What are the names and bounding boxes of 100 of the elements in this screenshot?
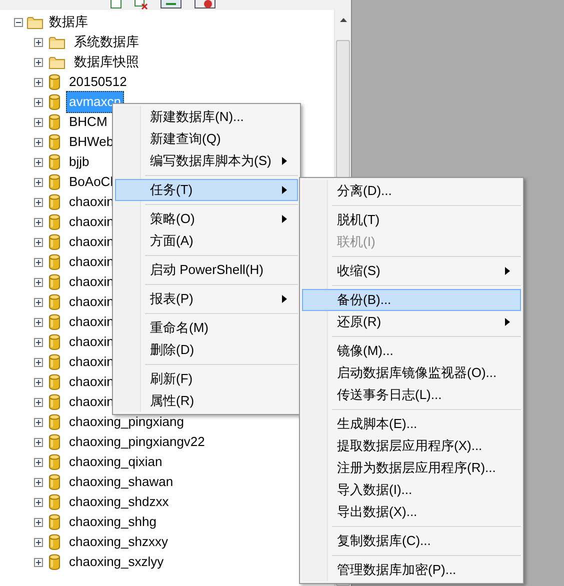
remove-icon[interactable] xyxy=(134,0,148,10)
scroll-up-icon[interactable] xyxy=(340,18,346,22)
expand-icon[interactable] xyxy=(34,258,43,266)
menu-item[interactable]: 启动 PowerShell(H) xyxy=(115,259,298,281)
menu-item[interactable]: 收缩(S) xyxy=(302,260,521,282)
tree-item[interactable]: bjjb xyxy=(66,151,92,173)
tree-item[interactable]: 系统数据库 xyxy=(71,31,142,53)
submenu-arrow-icon xyxy=(282,215,287,223)
tree-item[interactable]: 20150512 xyxy=(66,71,130,93)
menu-item[interactable]: 新建数据库(N)... xyxy=(115,106,298,128)
expand-icon[interactable] xyxy=(34,418,43,426)
menu-item[interactable]: 新建查询(Q) xyxy=(115,128,298,150)
expand-icon[interactable] xyxy=(34,398,43,406)
menu-item[interactable]: 传送事务日志(L)... xyxy=(302,384,521,406)
menu-item[interactable]: 复制数据库(C)... xyxy=(302,530,521,552)
menu-item[interactable]: 管理数据库加密(P)... xyxy=(302,559,521,581)
submenu-arrow-icon xyxy=(505,318,510,326)
expand-icon[interactable] xyxy=(34,218,43,226)
add-icon[interactable] xyxy=(110,0,122,10)
expand-icon[interactable] xyxy=(34,538,43,546)
expand-icon[interactable] xyxy=(34,478,43,486)
expand-icon[interactable] xyxy=(34,458,43,466)
collapse-icon[interactable] xyxy=(14,18,23,26)
expand-icon[interactable] xyxy=(34,78,43,86)
expand-icon[interactable] xyxy=(34,58,43,66)
database-icon xyxy=(49,74,60,90)
menu-item[interactable]: 任务(T) xyxy=(115,179,298,201)
expand-icon[interactable] xyxy=(34,518,43,526)
menu-item[interactable]: 镜像(M)... xyxy=(302,340,521,362)
database-icon xyxy=(49,154,60,170)
menu-item[interactable]: 属性(R) xyxy=(115,390,298,412)
menu-item[interactable]: 报表(P) xyxy=(115,288,298,310)
submenu-arrow-icon xyxy=(282,157,287,165)
database-icon xyxy=(49,174,60,190)
menu-item[interactable]: 启动数据库镜像监视器(O)... xyxy=(302,362,521,384)
expand-icon[interactable] xyxy=(34,378,43,386)
menu-item[interactable]: 编写数据库脚本为(S) xyxy=(115,150,298,172)
menu-item[interactable]: 策略(O) xyxy=(115,208,298,230)
folder-icon xyxy=(49,36,65,48)
database-icon xyxy=(49,534,60,550)
menu-item[interactable]: 方面(A) xyxy=(115,230,298,252)
expand-icon[interactable] xyxy=(34,318,43,326)
tree-item[interactable]: BHCM xyxy=(66,111,110,133)
tree-item[interactable]: chaoxing_pingxiang xyxy=(66,411,187,433)
tree-item[interactable]: chaoxing_shzxxy xyxy=(66,531,171,553)
tree-item[interactable]: chaoxing_sxzlyy xyxy=(66,551,167,573)
menu-item[interactable]: 导入数据(I)... xyxy=(302,479,521,501)
database-icon xyxy=(49,114,60,130)
expand-icon[interactable] xyxy=(34,278,43,286)
tree-item[interactable]: chaoxing_shawan xyxy=(66,471,176,493)
expand-icon[interactable] xyxy=(34,198,43,206)
expand-icon[interactable] xyxy=(34,438,43,446)
tree-item[interactable]: 数据库快照 xyxy=(71,51,142,73)
database-icon xyxy=(49,514,60,530)
tree-item[interactable]: BHWeb xyxy=(66,131,117,153)
database-icon xyxy=(49,254,60,270)
menu-item[interactable]: 刷新(F) xyxy=(115,368,298,390)
tree-item[interactable]: chaoxing_pingxiangv22 xyxy=(66,431,208,453)
submenu-arrow-icon xyxy=(282,295,287,303)
tree-item[interactable]: chaoxing_shdzxx xyxy=(66,491,172,513)
menu-item[interactable]: 删除(D) xyxy=(115,339,298,361)
menu-item[interactable]: 提取数据层应用程序(X)... xyxy=(302,435,521,457)
menu-item[interactable]: 重命名(M) xyxy=(115,317,298,339)
expand-icon[interactable] xyxy=(34,98,43,106)
menu-item[interactable]: 备份(B)... xyxy=(302,289,521,311)
database-icon xyxy=(49,394,60,410)
database-icon xyxy=(49,214,60,230)
menu-item[interactable]: 脱机(T) xyxy=(302,209,521,231)
stop-icon[interactable] xyxy=(194,0,216,10)
expand-icon[interactable] xyxy=(34,338,43,346)
submenu-arrow-icon xyxy=(282,186,287,194)
database-icon xyxy=(49,354,60,370)
database-icon xyxy=(49,94,60,110)
tree-item[interactable]: 数据库 xyxy=(47,12,90,32)
folder-icon xyxy=(27,16,43,28)
expand-icon[interactable] xyxy=(34,158,43,166)
database-icon xyxy=(49,374,60,390)
expand-icon[interactable] xyxy=(34,38,43,46)
menu-item[interactable]: 生成脚本(E)... xyxy=(302,413,521,435)
menu-item[interactable]: 分离(D)... xyxy=(302,180,521,202)
refresh-icon[interactable] xyxy=(160,0,182,10)
expand-icon[interactable] xyxy=(34,558,43,566)
database-icon xyxy=(49,414,60,430)
database-icon xyxy=(49,434,60,450)
expand-icon[interactable] xyxy=(34,498,43,506)
expand-icon[interactable] xyxy=(34,138,43,146)
database-icon xyxy=(49,294,60,310)
expand-icon[interactable] xyxy=(34,358,43,366)
expand-icon[interactable] xyxy=(34,118,43,126)
folder-icon xyxy=(49,56,65,68)
tree-item[interactable]: chaoxing_shhg xyxy=(66,511,160,533)
expand-icon[interactable] xyxy=(34,178,43,186)
database-icon xyxy=(49,554,60,570)
tree-item[interactable]: chaoxing_qixian xyxy=(66,451,166,473)
database-icon xyxy=(49,494,60,510)
menu-item[interactable]: 导出数据(X)... xyxy=(302,501,521,523)
expand-icon[interactable] xyxy=(34,238,43,246)
menu-item[interactable]: 注册为数据层应用程序(R)... xyxy=(302,457,521,479)
menu-item[interactable]: 还原(R) xyxy=(302,311,521,333)
expand-icon[interactable] xyxy=(34,298,43,306)
